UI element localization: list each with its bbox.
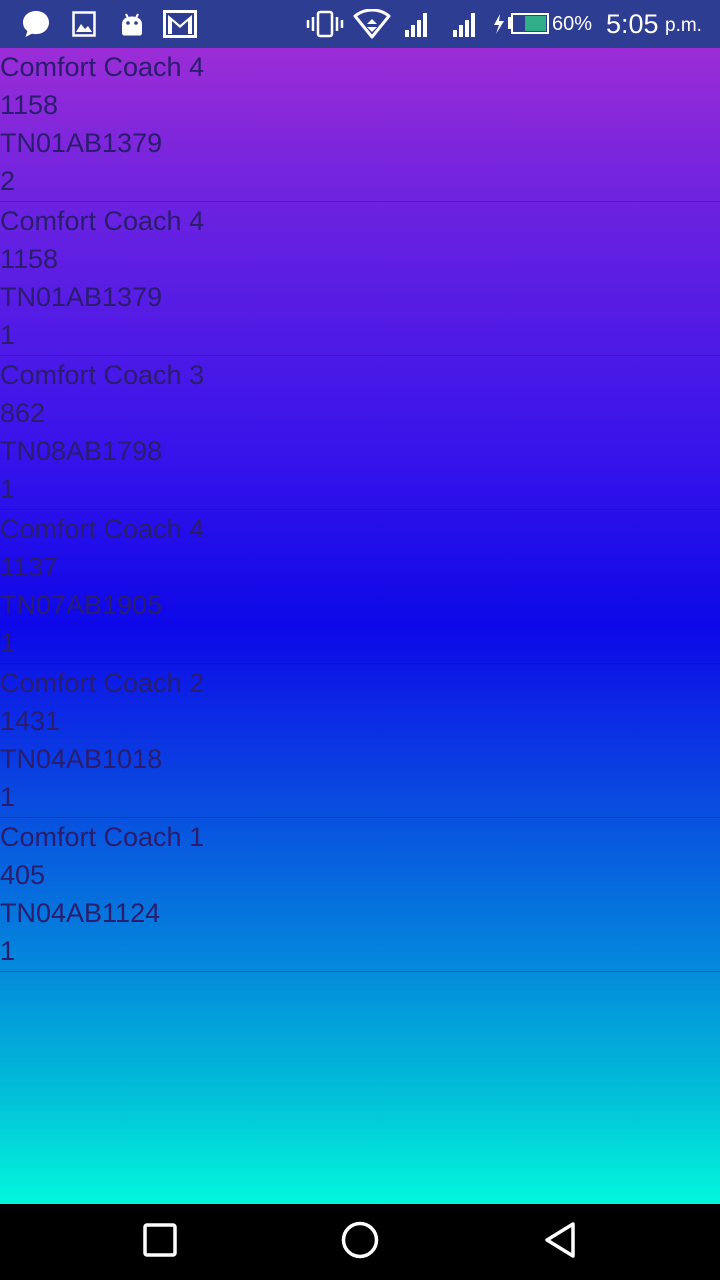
navigation-bar [0,1204,720,1280]
coach-count: 1 [0,936,16,966]
battery-charging-icon [492,0,550,48]
coach-name: Comfort Coach 4 [0,514,205,544]
list-item[interactable]: Comfort Coach 1 405 TN04AB1124 1 [0,818,720,972]
coach-count: 1 [0,782,16,812]
signal-icon [450,0,480,48]
list-item[interactable]: Comfort Coach 4 1158 TN01AB1379 2 [0,48,720,202]
list-item[interactable]: Comfort Coach 3 862 TN08AB1798 1 [0,356,720,510]
coach-name: Comfort Coach 4 [0,206,205,236]
coach-name: Comfort Coach 1 [0,822,205,852]
list-item[interactable]: Comfort Coach 4 1137 TN07AB1905 1 [0,510,720,664]
coach-number: 1158 [0,244,59,274]
signal-icon [402,0,432,48]
wifi-icon [352,0,392,48]
coach-count: 1 [0,628,16,658]
coach-name: Comfort Coach 2 [0,668,205,698]
coach-registration: TN07AB1905 [0,590,163,620]
coach-number: 862 [0,398,46,428]
android-icon [118,0,146,48]
coach-number: 1158 [0,90,59,120]
coach-registration: TN01AB1379 [0,128,163,158]
recents-button[interactable] [100,1204,220,1280]
status-bar: 60% 5:05 p.m. [0,0,720,48]
back-button[interactable] [500,1204,620,1280]
battery-percent: 60% [552,13,593,35]
back-triangle-icon [542,1220,578,1265]
booking-list[interactable]: Comfort Coach 4 1158 TN01AB1379 2 Comfor… [0,48,720,972]
image-icon [70,0,98,48]
home-circle-icon [340,1220,380,1265]
coach-number: 1431 [0,706,61,736]
booking-list-screen[interactable]: Comfort Coach 4 1158 TN01AB1379 2 Comfor… [0,48,720,1204]
coach-registration: TN04AB1018 [0,744,163,774]
vibrate-icon [306,0,344,48]
coach-name: Comfort Coach 3 [0,360,205,390]
list-item[interactable]: Comfort Coach 2 1431 TN04AB1018 1 [0,664,720,818]
coach-count: 1 [0,320,16,350]
coach-registration: TN01AB1379 [0,282,163,312]
list-item[interactable]: Comfort Coach 4 1158 TN01AB1379 1 [0,202,720,356]
coach-number: 1137 [0,552,59,582]
coach-registration: TN04AB1124 [0,898,161,928]
coach-count: 2 [0,166,16,196]
coach-number: 405 [0,860,46,890]
clock-ampm: p.m. [665,15,702,36]
coach-count: 1 [0,474,16,504]
coach-registration: TN08AB1798 [0,436,163,466]
recents-square-icon [143,1222,177,1262]
home-button[interactable] [300,1204,420,1280]
gmail-icon [162,0,198,48]
chat-bubble-icon [18,0,54,48]
coach-name: Comfort Coach 4 [0,52,205,82]
clock-time: 5:05 [606,9,659,39]
